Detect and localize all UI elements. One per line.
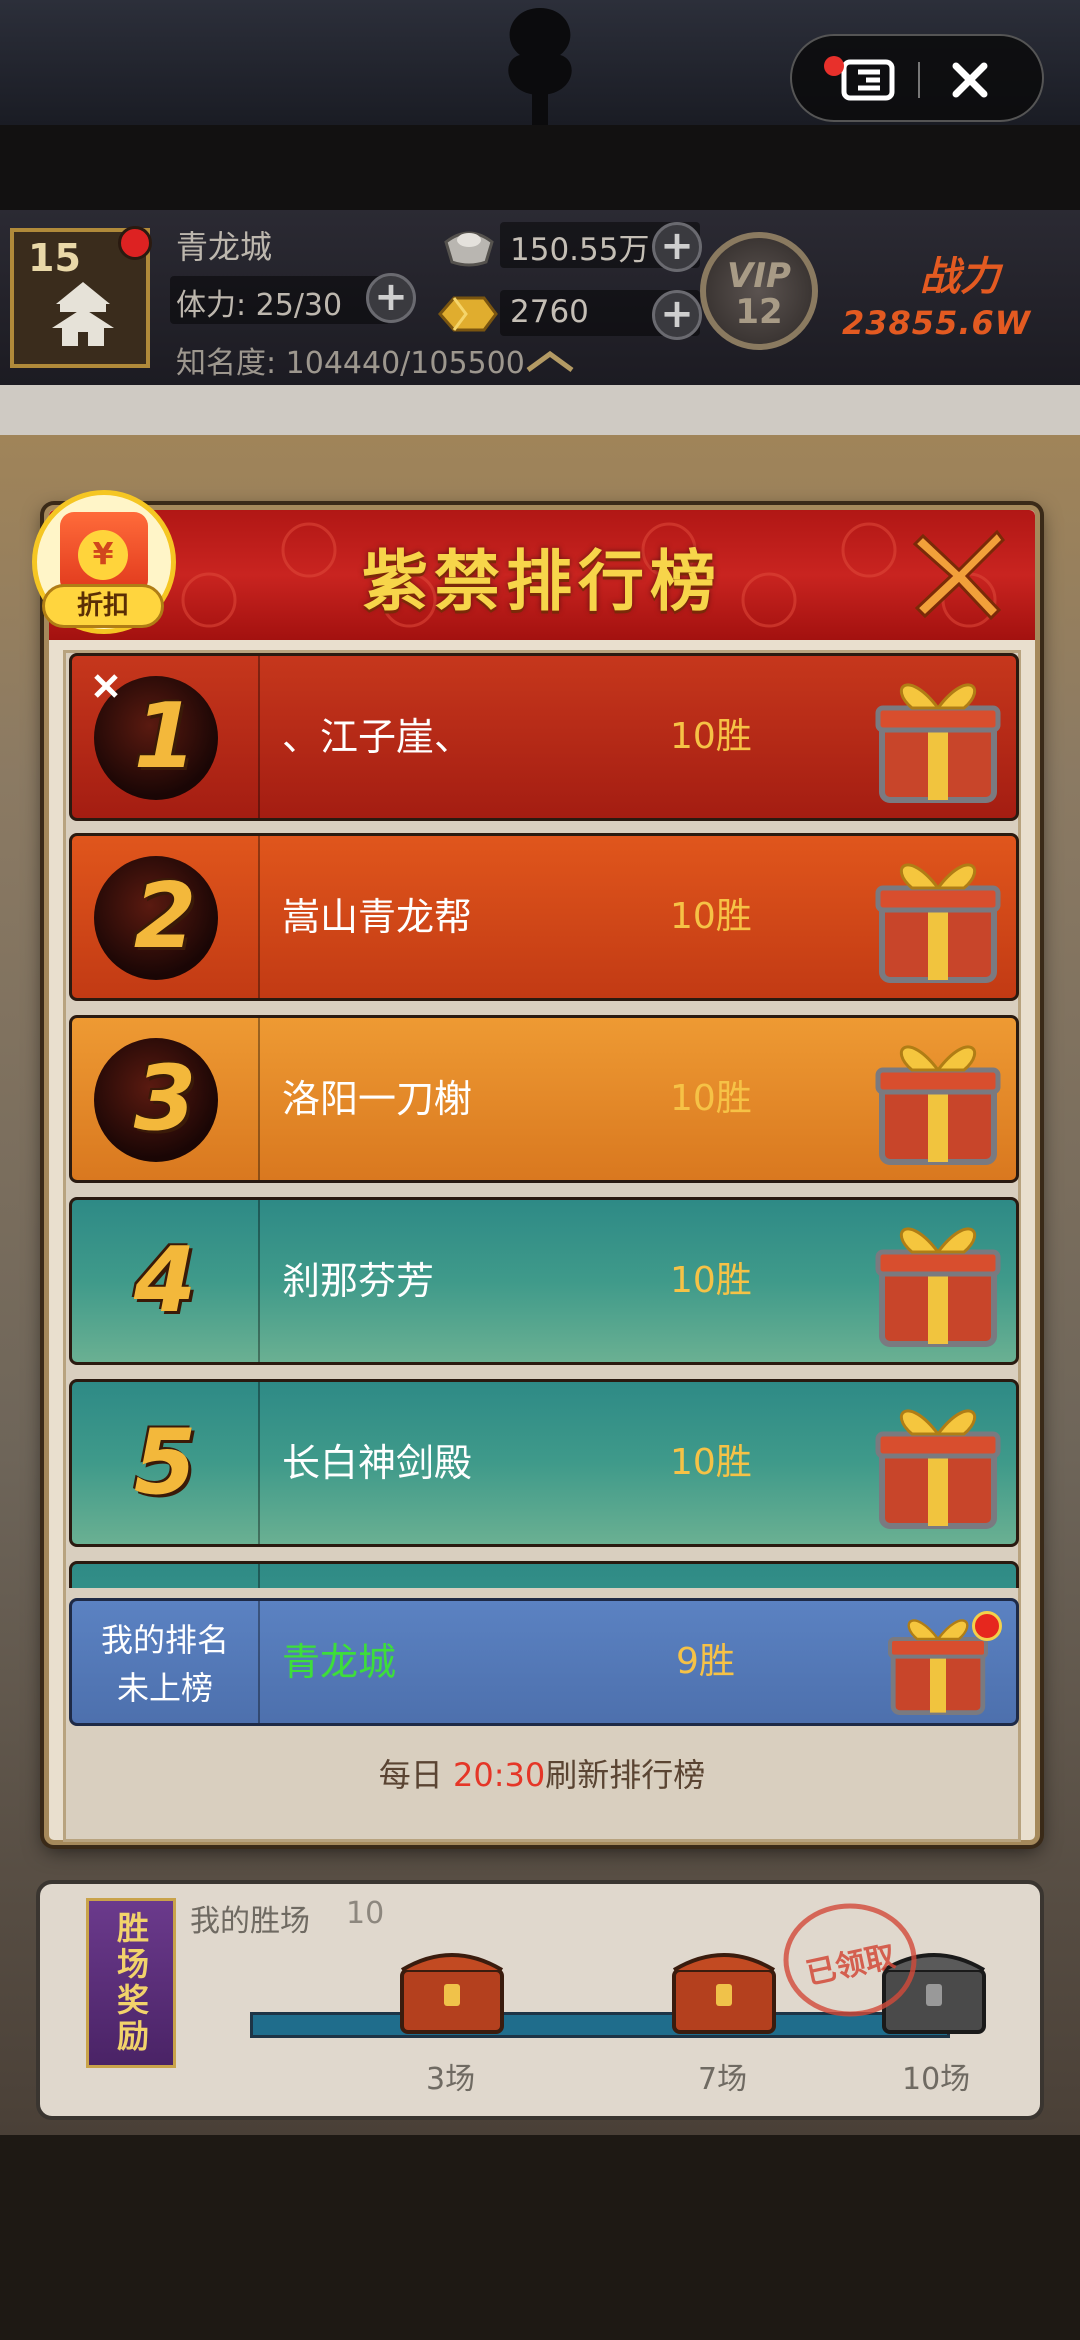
rank-cell: 3 [72, 1018, 260, 1180]
chevron-up-icon[interactable] [520, 346, 580, 376]
silver-amount: 150.55万 [510, 232, 650, 268]
rank-wins: 10胜 [670, 896, 752, 937]
city-name: 青龙城 [176, 228, 273, 266]
notification-dot [972, 1611, 1002, 1641]
gold-ingot-icon [438, 296, 498, 332]
leaderboard-modal: 紫禁排行榜 1 、江子崖、 10胜 2 嵩山青龙帮 10胜 3 洛阳一刀榭 10… [44, 505, 1040, 1845]
rank-name: 长白神剑殿 [282, 1441, 473, 1485]
refresh-suffix: 刷新排行榜 [545, 1756, 706, 1794]
rank-row[interactable]: 3 洛阳一刀榭 10胜 [69, 1015, 1019, 1183]
gift-box-icon[interactable] [868, 1030, 1008, 1170]
silver-ingot-icon [444, 231, 494, 267]
capsule-divider [918, 62, 920, 98]
modal-title: 紫禁排行榜 [362, 543, 722, 620]
rank-name: 洛阳一刀榭 [282, 1077, 473, 1121]
refresh-time: 20:30 [452, 1756, 546, 1794]
vip-badge[interactable]: VIP 12 [700, 232, 818, 350]
exit-close-icon[interactable] [942, 52, 998, 108]
modal-header: 紫禁排行榜 [49, 510, 1035, 640]
close-small-icon[interactable] [86, 666, 126, 706]
rank-row[interactable] [69, 1561, 1019, 1588]
my-rank-status: 未上榜 [116, 1669, 213, 1707]
rank-cell: 2 [72, 836, 260, 998]
rank-row[interactable]: 2 嵩山青龙帮 10胜 [69, 833, 1019, 1001]
rank-name: 刹那芬芳 [282, 1259, 435, 1303]
my-name: 青龙城 [282, 1640, 397, 1684]
vip-level: 12 [735, 292, 783, 332]
gift-box-icon[interactable] [868, 848, 1008, 988]
my-wins-value: 10 [346, 1896, 385, 1931]
level-number: 15 [28, 236, 81, 280]
roof-ornament-icon [508, 8, 572, 125]
grey-strip [0, 385, 1080, 435]
milestone-label: 10场 [902, 2062, 971, 2097]
rank-number: 2 [133, 864, 197, 969]
rank-cell [72, 1564, 260, 1588]
ranking-list[interactable]: 1 、江子崖、 10胜 2 嵩山青龙帮 10胜 3 洛阳一刀榭 10胜 4 刹那… [69, 653, 1019, 1588]
notification-dot [824, 56, 844, 76]
rank-number: 5 [133, 1410, 197, 1515]
gift-box-icon[interactable] [868, 1212, 1008, 1352]
rank-cell: 4 [72, 1200, 260, 1362]
city-level-avatar[interactable]: 15 [10, 226, 152, 368]
claimed-stamp: 已领取 [780, 1900, 920, 2020]
discount-badge[interactable]: ¥ 折扣 [32, 490, 176, 640]
rank-name: 嵩山青龙帮 [282, 895, 473, 939]
rank-wins: 10胜 [670, 1078, 752, 1119]
rank-row[interactable]: 5 长白神剑殿 10胜 [69, 1379, 1019, 1547]
building-icon [52, 282, 114, 346]
gold-amount: 2760 [510, 294, 589, 330]
my-rank-cell: 我的排名 未上榜 [72, 1601, 260, 1723]
rank-wins: 10胜 [670, 1442, 752, 1483]
milestone-label: 7场 [698, 2062, 748, 2097]
close-icon[interactable] [909, 526, 1009, 622]
notification-dot [118, 226, 152, 260]
reward-chest-7-icon[interactable] [664, 1940, 784, 2040]
gift-box-icon[interactable] [868, 1394, 1008, 1534]
rank-name: 、江子崖、 [282, 715, 473, 759]
refresh-note: 每日 20:30刷新排行榜 [49, 1750, 1035, 1796]
win-reward-vertical-label: 胜场奖励 [86, 1898, 176, 2068]
vip-label: VIP [727, 256, 791, 296]
rank-row[interactable]: 4 刹那芬芳 10胜 [69, 1197, 1019, 1365]
dark-band [0, 125, 1080, 210]
discount-label: 折扣 [42, 584, 164, 628]
refresh-prefix: 每日 [378, 1756, 453, 1794]
my-wins-label: 我的胜场 [190, 1904, 310, 1939]
combat-power: 战力 23855.6W [840, 230, 1080, 350]
my-rank-row[interactable]: 我的排名 未上榜 青龙城 9胜 [69, 1598, 1019, 1726]
add-silver-button[interactable]: + [652, 222, 702, 272]
rank-row[interactable]: 1 、江子崖、 10胜 [69, 653, 1019, 821]
fame-text: 知名度: 104440/105500 [176, 346, 525, 381]
rank-number: 4 [133, 1228, 197, 1333]
my-wins: 9胜 [676, 1641, 735, 1682]
rank-number: 3 [133, 1046, 197, 1151]
stamina-text: 体力: 25/30 [176, 288, 343, 323]
rank-wins: 10胜 [670, 716, 752, 757]
mini-program-capsule [790, 34, 1044, 122]
my-rank-label: 我的排名 [100, 1621, 229, 1659]
add-gold-button[interactable]: + [652, 290, 702, 340]
coin-icon: ¥ [78, 530, 128, 580]
bottom-background [0, 2135, 1080, 2340]
power-label: 战力 [920, 254, 1000, 300]
add-stamina-button[interactable]: + [366, 273, 416, 323]
gift-box-icon[interactable] [868, 668, 1008, 808]
milestone-label: 3场 [426, 2062, 476, 2097]
rank-cell: 5 [72, 1382, 260, 1544]
reward-chest-3-icon[interactable] [392, 1940, 512, 2040]
power-value: 23855.6W [842, 304, 1032, 342]
rank-wins: 10胜 [670, 1260, 752, 1301]
